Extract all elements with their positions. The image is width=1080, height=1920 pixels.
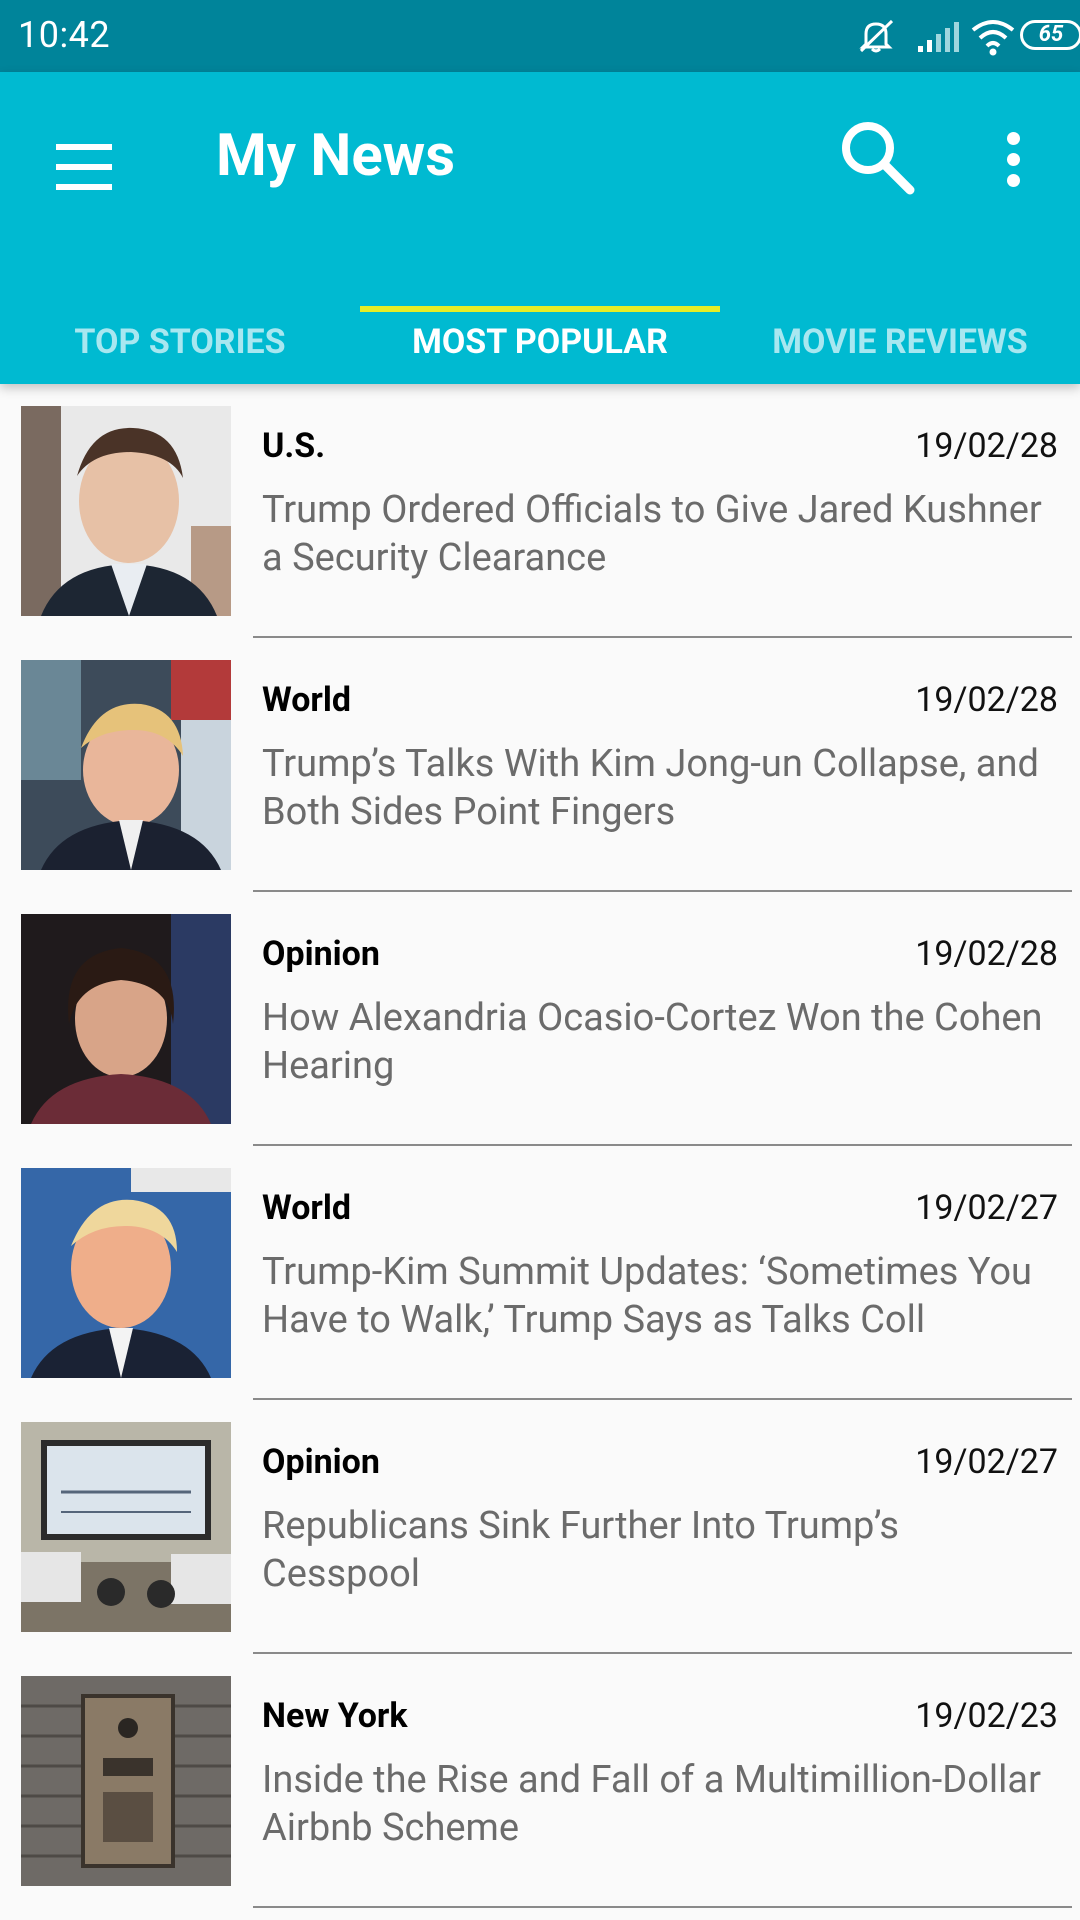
article-title: Inside the Rise and Fall of a Multimilli… — [262, 1758, 1041, 1850]
page-title: My News — [216, 122, 456, 190]
tab-most-popular[interactable]: MOST POPULAR — [360, 300, 720, 384]
notifications-off-icon — [859, 19, 894, 53]
status-time: 10:42 — [18, 14, 111, 56]
article-thumbnail — [21, 660, 231, 870]
article-title: Republicans Sink Further Into Trump’s Ce… — [262, 1504, 900, 1596]
article-section: Opinion — [262, 934, 380, 974]
divider — [253, 1906, 1072, 1908]
article-title: How Alexandria Ocasio-Cortez Won the Coh… — [262, 996, 1043, 1088]
article-date: 19/02/23 — [915, 1696, 1058, 1736]
article-section: World — [262, 680, 352, 720]
article-title: Trump Ordered Officials to Give Jared Ku… — [262, 488, 1042, 580]
app-bar: My News TOP STORIES MOST POPULAR MOVIE R… — [0, 72, 1080, 384]
signal-icon — [918, 22, 959, 52]
article-item[interactable]: Opinion 19/02/28 How Alexandria Ocasio-C… — [0, 892, 1080, 1146]
article-thumbnail — [21, 1676, 231, 1886]
article-item[interactable]: Opinion 19/02/27 Republicans Sink Furthe… — [0, 1400, 1080, 1654]
article-thumbnail — [21, 914, 231, 1124]
status-icons: 65 — [820, 0, 1080, 72]
article-item[interactable]: World 19/02/28 Trump’s Talks With Kim Jo… — [0, 638, 1080, 892]
article-item[interactable]: U.S. 19/02/28 Trump Ordered Officials to… — [0, 384, 1080, 638]
tab-movie-reviews[interactable]: MOVIE REVIEWS — [720, 300, 1080, 384]
status-bar: 10:42 65 — [0, 0, 1080, 72]
article-section: World — [262, 1188, 352, 1228]
article-thumbnail — [21, 1422, 231, 1632]
article-date: 19/02/28 — [915, 934, 1058, 974]
article-date: 19/02/27 — [915, 1442, 1058, 1482]
article-item[interactable]: World 19/02/27 Trump-Kim Summit Updates:… — [0, 1146, 1080, 1400]
article-date: 19/02/28 — [915, 680, 1058, 720]
article-section: U.S. — [262, 426, 326, 466]
article-title: Trump-Kim Summit Updates: ‘Sometimes You… — [262, 1250, 1033, 1342]
battery-icon: 65 — [1020, 20, 1080, 50]
article-title: Trump’s Talks With Kim Jong-un Collapse,… — [262, 742, 1039, 834]
article-list: U.S. 19/02/28 Trump Ordered Officials to… — [0, 384, 1080, 1908]
search-icon[interactable] — [834, 114, 920, 200]
tab-indicator — [360, 306, 720, 312]
article-thumbnail — [21, 406, 231, 616]
wifi-icon — [971, 20, 1015, 56]
tab-top-stories[interactable]: TOP STORIES — [0, 300, 360, 384]
article-date: 19/02/28 — [915, 426, 1058, 466]
article-thumbnail — [21, 1168, 231, 1378]
article-section: Opinion — [262, 1442, 380, 1482]
more-vert-icon[interactable] — [988, 124, 1038, 204]
article-item[interactable]: New York 19/02/23 Inside the Rise and Fa… — [0, 1654, 1080, 1908]
article-date: 19/02/27 — [915, 1188, 1058, 1228]
article-section: New York — [262, 1696, 408, 1736]
menu-icon[interactable] — [50, 130, 116, 190]
tab-bar: TOP STORIES MOST POPULAR MOVIE REVIEWS — [0, 300, 1080, 384]
